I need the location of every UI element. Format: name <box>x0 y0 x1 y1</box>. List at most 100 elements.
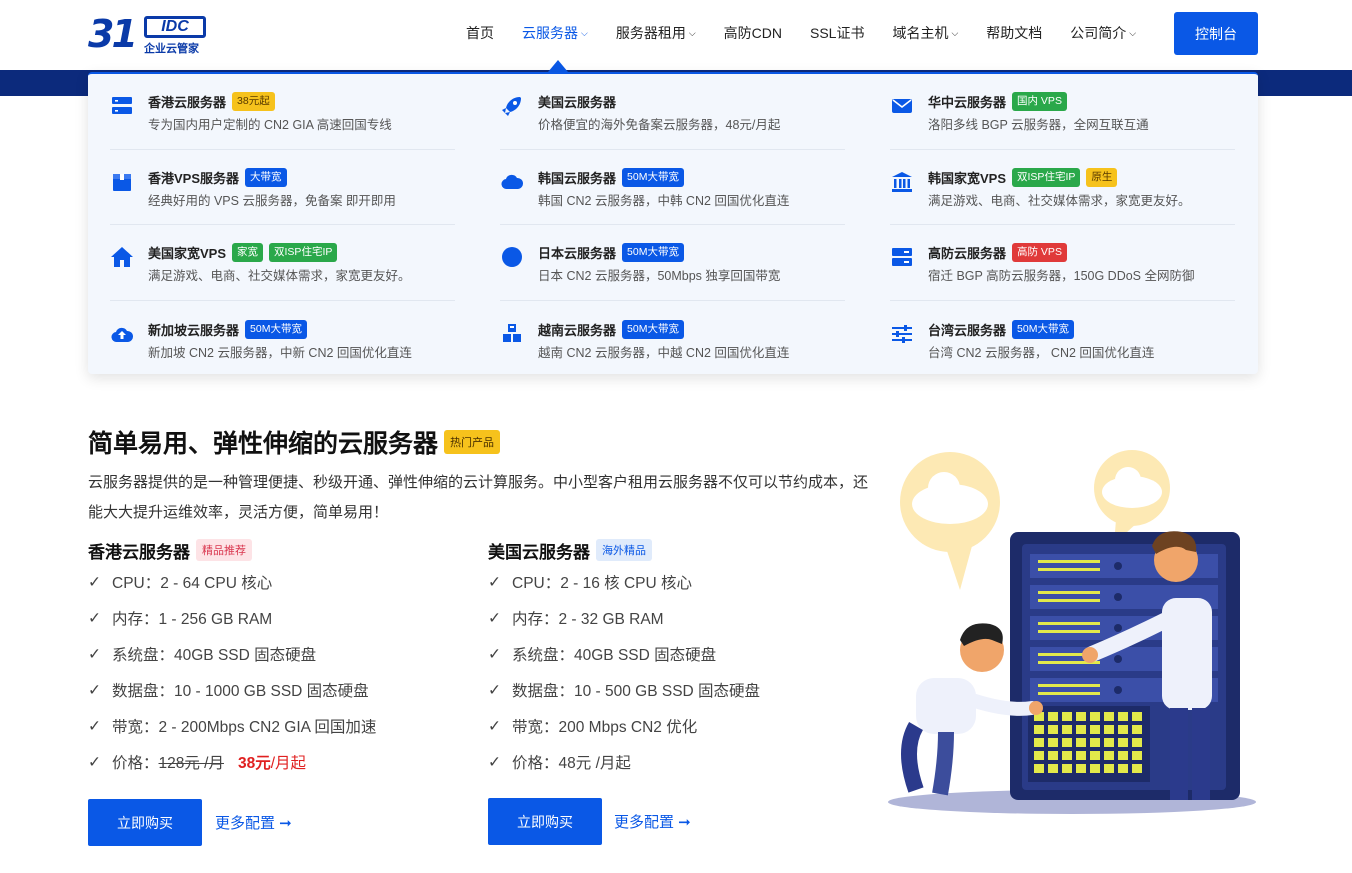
dropdown-item-desc: 新加坡 CN2 云服务器，中新 CN2 回国优化直连 <box>148 346 412 360</box>
dropdown-item[interactable]: 越南云服务器 50M大带宽 越南 CN2 云服务器，中越 CN2 回国优化直连 <box>500 302 845 377</box>
dropdown-item[interactable]: 美国云服务器 价格便宜的海外免备案云服务器，48元/月起 <box>500 74 845 149</box>
rack-knob <box>1114 562 1122 570</box>
dropdown-item[interactable]: 台湾云服务器 50M大带宽台湾 CN2 云服务器， CN2 回国优化直连 <box>890 302 1235 377</box>
cloud-icon <box>500 170 524 194</box>
plan-spec-text: 带宽：2 - 200Mbps CN2 GIA 回国加速 <box>112 719 377 736</box>
plan-spec: ✓ 数据盘：10 - 500 GB SSD 固态硬盘 <box>488 672 868 708</box>
rack-knob <box>1114 686 1122 694</box>
dropdown-item[interactable]: 韩国云服务器 50M大带宽 韩国 CN2 云服务器，中韩 CN2 回国优化直连 <box>500 150 845 225</box>
dropdown-item-title: 韩国家宽VPS 双ISP住宅IP 原生 <box>928 168 1118 187</box>
hot-badge: 热门产品 <box>444 430 501 454</box>
cloud-server-dropdown: 香港云服务器 38元起 专为国内用户定制的 CN2 GIA 高速回国专线 美国云服务器… <box>88 72 1258 374</box>
grid-cell <box>1104 712 1114 721</box>
plan-spec: ✓ 内存：2 - 32 GB RAM <box>488 600 868 636</box>
rack-light <box>1038 630 1100 633</box>
grid-cell <box>1048 712 1058 721</box>
rack-light <box>1038 560 1100 563</box>
dropdown-item[interactable]: 香港云服务器 38元起 专为国内用户定制的 CN2 GIA 高速回国专线 <box>110 74 455 149</box>
buy-button-hongkong[interactable]: 立即购买 <box>88 799 202 846</box>
nav-item-6[interactable]: 帮助文档 <box>986 23 1042 43</box>
dropdown-item-title-text: 华中云服务器 <box>928 95 1007 110</box>
logo-number: 31 <box>88 12 138 56</box>
nav-item-1[interactable]: 云服务器 ⌵ <box>522 23 588 43</box>
nav-item-label: 帮助文档 <box>986 25 1043 41</box>
dropdown-item[interactable]: 日本云服务器 50M大带宽 日本 CN2 云服务器，50Mbps 独享回国带宽 <box>500 225 845 300</box>
dropdown-item-badge: 双ISP住宅IP <box>269 243 338 262</box>
dropdown-item-title: 台湾云服务器 50M大带宽 <box>928 320 1074 339</box>
check-icon: ✓ <box>488 609 501 627</box>
price-unit: /月起 <box>270 755 307 772</box>
plan-title: 香港云服务器 精品推荐 <box>88 536 468 564</box>
plan-spec-text: CPU：2 - 64 CPU 核心 <box>112 575 273 592</box>
dropdown-item-badge: 50M大带宽 <box>622 243 684 262</box>
dropdown-item-title-text: 美国家宽VPS <box>148 246 227 261</box>
dropdown-item-badge: 原生 <box>1086 168 1118 187</box>
check-icon: ✓ <box>488 681 501 699</box>
logo[interactable]: 31 IDC 企业云管家 <box>88 12 208 56</box>
dropdown-item-title: 香港VPS服务器 大带宽 <box>148 168 287 187</box>
old-price: 128元 /月 <box>158 755 224 772</box>
grid-cell <box>1104 764 1114 773</box>
rack-light <box>1038 591 1100 594</box>
grid-cell <box>1090 738 1100 747</box>
grid-cell <box>1118 764 1128 773</box>
dropdown-divider <box>890 224 1235 225</box>
plan-specs: ✓ CPU：2 - 64 CPU 核心 ✓ 内存：1 - 256 GB RAM ✓ 系统盘… <box>88 564 468 744</box>
plan-spec: ✓ 系统盘：40GB SSD 固态硬盘 <box>488 636 868 672</box>
grid-cell <box>1076 751 1086 760</box>
dropdown-item[interactable]: 新加坡云服务器 50M大带宽新加坡 CN2 云服务器，中新 CN2 回国优化直连 <box>110 302 455 377</box>
grid-cell <box>1034 738 1044 747</box>
dropdown-item-title-text: 韩国家宽VPS <box>928 171 1007 186</box>
dropdown-divider <box>110 149 455 150</box>
dropdown-item-badge: 50M大带宽 <box>622 168 684 187</box>
dropdown-item-desc: 满足游戏、电商、社交媒体需求，家宽更友好。 <box>148 269 411 283</box>
plan-price-row: ✓ 价格： 48元 /月起 <box>488 744 868 780</box>
nav-item-7[interactable]: 公司简介 ⌵ <box>1070 23 1136 43</box>
grid-cell <box>1062 751 1072 760</box>
server-icon <box>110 94 134 118</box>
check-icon: ✓ <box>488 717 501 735</box>
grid-cell <box>1090 725 1100 734</box>
rack-light <box>1038 684 1100 687</box>
plan-spec: ✓ CPU：2 - 64 CPU 核心 <box>88 564 468 600</box>
dropdown-item-title: 新加坡云服务器 50M大带宽 <box>148 320 307 339</box>
buy-button-usa[interactable]: 立即购买 <box>488 798 602 845</box>
dropdown-item-badge: 50M大带宽 <box>245 320 307 339</box>
price-label: 价格： <box>512 755 559 772</box>
dropdown-divider <box>890 149 1235 150</box>
dropdown-item-badge: 38元起 <box>232 92 275 111</box>
price-value: 48元 /月起 <box>558 755 631 772</box>
nav-item-3[interactable]: 高防CDN <box>724 23 782 43</box>
more-config-link-usa[interactable]: 更多配置 ➞ <box>614 811 691 832</box>
nav-item-0[interactable]: 首页 <box>466 23 494 43</box>
circle-icon <box>500 245 524 269</box>
dropdown-item-title-text: 高防云服务器 <box>928 246 1007 261</box>
rocket-icon <box>500 94 524 118</box>
dropdown-item[interactable]: 香港VPS服务器 大带宽 经典好用的 VPS 云服务器，免备案 即开即用 <box>110 150 455 225</box>
plan-spec-text: 数据盘：10 - 500 GB SSD 固态硬盘 <box>512 683 761 700</box>
grid-cell <box>1062 712 1072 721</box>
plan-spec-text: 带宽：200 Mbps CN2 优化 <box>512 719 698 736</box>
rack-knob <box>1114 655 1122 663</box>
section-description: 云服务器提供的是一种管理便捷、秒级开通、弹性伸缩的云计算服务。中小型客户租用云服… <box>88 474 869 521</box>
dropdown-item[interactable]: 高防云服务器 高防 VPS 宿迁 BGP 高防云服务器，150G DDoS 全网防御 <box>890 225 1235 300</box>
dropdown-item-title: 华中云服务器 国内 VPS <box>928 92 1067 111</box>
console-button[interactable]: 控制台 <box>1174 12 1258 55</box>
dropdown-item[interactable]: 韩国家宽VPS 双ISP住宅IP 原生 满足游戏、电商、社交媒体需求，家宽更友好。 <box>890 150 1235 225</box>
dropdown-item-desc: 越南 CN2 云服务器，中越 CN2 回国优化直连 <box>538 346 790 360</box>
dropdown-item[interactable]: 美国家宽VPS 家宽 双ISP住宅IP 满足游戏、电商、社交媒体需求，家宽更友好。 <box>110 225 455 300</box>
dropdown-item-title-text: 香港云服务器 <box>148 95 227 110</box>
plan-spec: ✓ 系统盘：40GB SSD 固态硬盘 <box>88 636 468 672</box>
dropdown-divider <box>110 224 455 225</box>
dropdown-item-badge: 双ISP住宅IP <box>1012 168 1081 187</box>
dropdown-divider <box>110 300 455 301</box>
dropdown-item-desc: 台湾 CN2 云服务器， CN2 回国优化直连 <box>928 346 1155 360</box>
dropdown-item[interactable]: 华中云服务器 国内 VPS 洛阳多线 BGP 云服务器，全网互联互通 <box>890 74 1235 149</box>
more-config-link-hongkong[interactable]: 更多配置 ➞ <box>215 812 292 833</box>
nav-item-2[interactable]: 服务器租用 ⌵ <box>616 23 696 43</box>
nav-item-4[interactable]: SSL证书 <box>810 23 864 43</box>
grid-cell <box>1104 725 1114 734</box>
cloud-upload-icon <box>110 322 134 346</box>
grid-cell <box>1034 751 1044 760</box>
nav-item-5[interactable]: 域名主机 ⌵ <box>892 23 958 43</box>
